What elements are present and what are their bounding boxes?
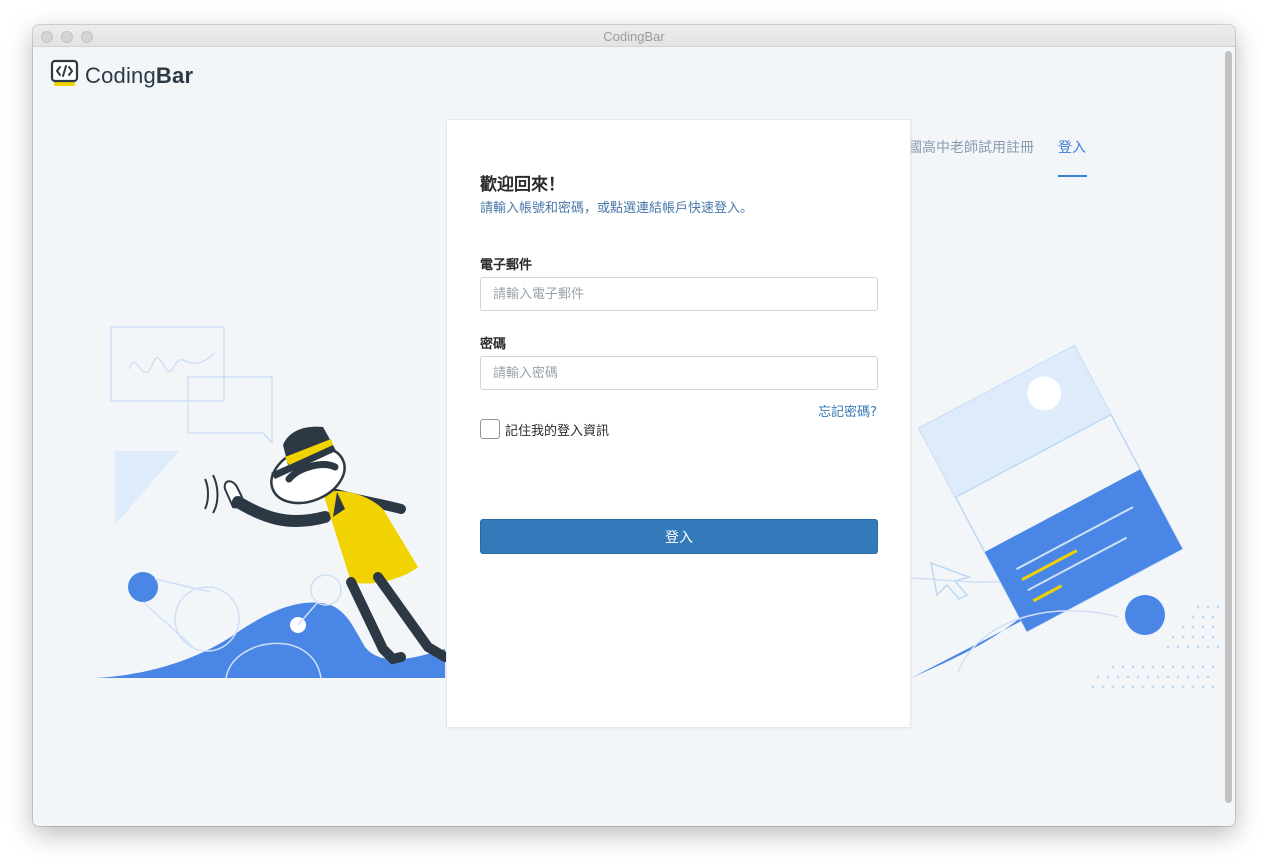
code-bracket-icon [50, 59, 79, 92]
remember-me[interactable]: 記住我的登入資訊 [480, 419, 609, 439]
email-input[interactable] [480, 277, 878, 311]
app-window: CodingBar CodingBar 國高中老師試用註冊 登入 歡迎回來！ 請… [33, 25, 1235, 826]
login-card: 歡迎回來！ 請輸入帳號和密碼，或點選連結帳戶快速登入。 電子郵件 密碼 忘記密碼… [446, 119, 911, 728]
email-label: 電子郵件 [480, 258, 533, 273]
brand-logo[interactable]: CodingBar [50, 59, 193, 92]
nav-teacher-register-link[interactable]: 國高中老師試用註冊 [908, 137, 1034, 157]
scrollbar[interactable] [1225, 51, 1232, 803]
forgot-password-link[interactable]: 忘記密碼? [818, 401, 877, 420]
login-title: 歡迎回來！ [480, 175, 565, 195]
brand-name: CodingBar [85, 62, 194, 88]
page-content: CodingBar 國高中老師試用註冊 登入 歡迎回來！ 請輸入帳號和密碼，或點… [33, 47, 1235, 826]
title-bar: CodingBar [33, 25, 1235, 47]
login-subtitle: 請輸入帳號和密碼，或點選連結帳戶快速登入。 [480, 201, 754, 216]
window-title: CodingBar [603, 29, 665, 44]
password-label: 密碼 [480, 337, 507, 352]
remember-me-label: 記住我的登入資訊 [505, 423, 610, 439]
login-button[interactable]: 登入 [480, 519, 878, 554]
nav-active-indicator [1058, 175, 1087, 177]
remember-me-checkbox[interactable] [480, 419, 500, 439]
password-input[interactable] [480, 356, 878, 390]
nav-login-link[interactable]: 登入 [1058, 137, 1086, 157]
